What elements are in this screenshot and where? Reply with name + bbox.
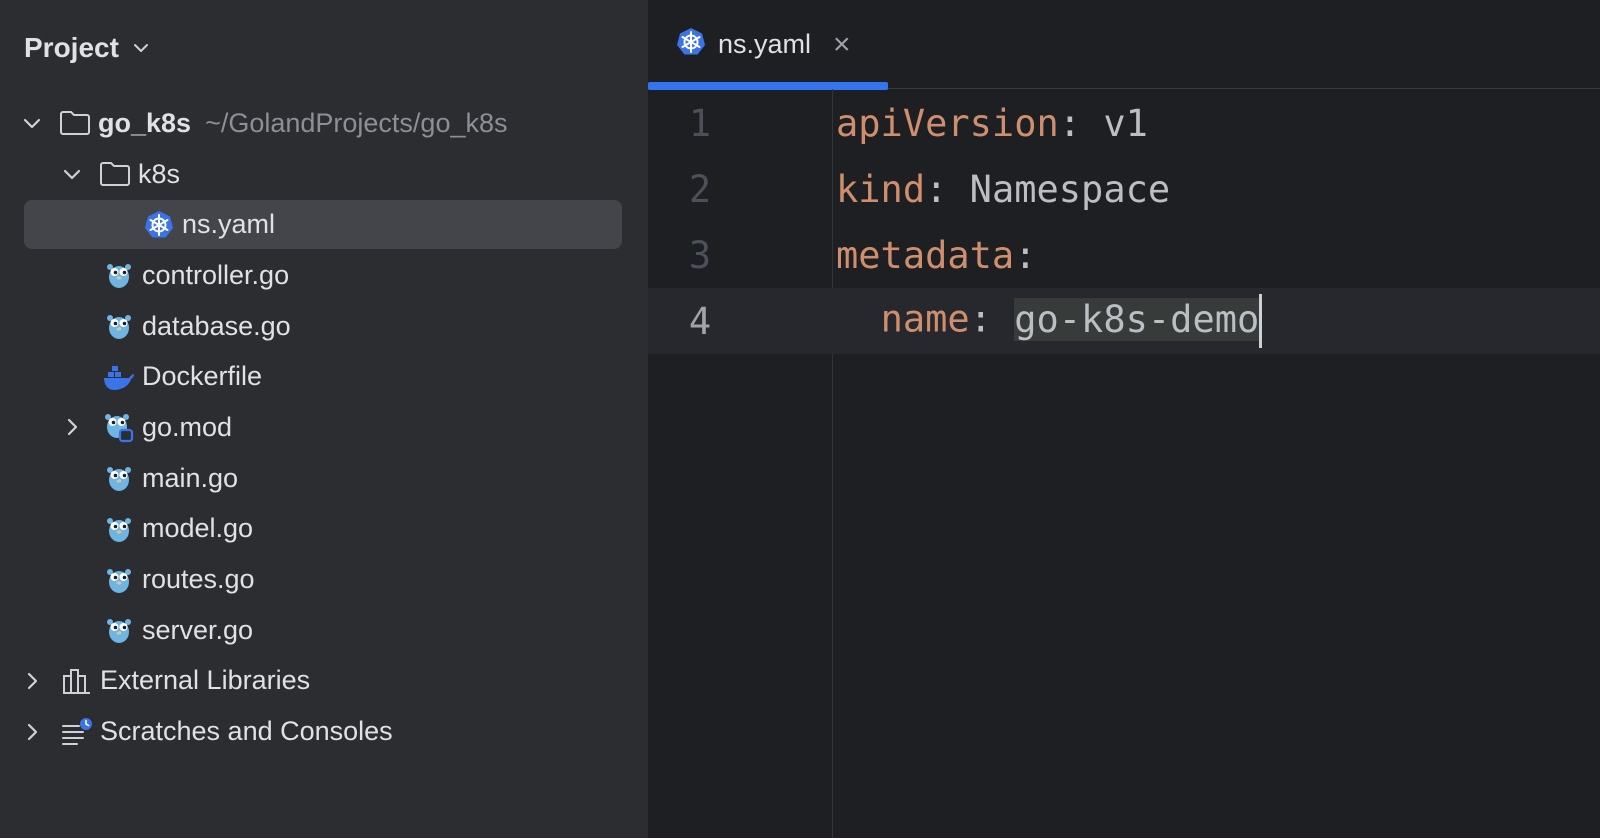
file-name: routes.go [142,564,255,595]
root-folder-name: go_k8s [98,107,192,138]
tree-item-label: Scratches and Consoles [100,716,393,747]
line-number: 3 [688,233,712,277]
editor: ns.yaml × 1 apiVersion: v1 2 kind: Names… [648,0,1600,838]
chevron-right-icon[interactable] [60,415,84,439]
gopher-icon [102,563,136,597]
yaml-key: kind [836,167,926,211]
tree-item-external-libraries[interactable]: External Libraries [0,656,648,707]
file-name: go.mod [142,411,233,442]
line-number: 1 [688,101,712,145]
file-name: main.go [142,462,239,493]
chevron-down-icon[interactable] [60,162,84,186]
ide-window: Project go_k8s ~/GolandProjects/go_k8s k… [0,0,1600,838]
chevron-down-icon[interactable] [20,111,44,135]
close-icon[interactable]: × [833,28,851,62]
tree-item-routes-go[interactable]: routes.go [0,554,648,605]
line-number: 4 [688,299,712,343]
gopher-icon [102,461,136,495]
tree-item-label: External Libraries [100,665,311,696]
library-icon [60,664,94,698]
tree-item-go-mod[interactable]: go.mod [0,402,648,453]
yaml-key: metadata [836,233,1015,277]
file-name: database.go [142,310,291,341]
active-tab-indicator [648,82,888,90]
yaml-key: name [880,297,970,341]
file-name: server.go [142,614,254,645]
text-caret [1259,294,1263,348]
project-title: Project [24,32,119,63]
tree-item-ns-yaml[interactable]: ns.yaml [0,199,648,250]
chevron-right-icon[interactable] [20,720,44,744]
kubernetes-icon [142,208,176,242]
code-line-current[interactable]: 4 name: go-k8s-demo [648,288,1600,354]
yaml-colon: : [969,297,992,341]
code-line[interactable]: 2 kind: Namespace [648,156,1600,222]
code-line[interactable]: 3 metadata: [648,222,1600,288]
tree-item-scratches[interactable]: Scratches and Consoles [0,706,648,757]
file-name: model.go [142,513,254,544]
yaml-value: Namespace [947,167,1171,211]
tab-ns-yaml[interactable]: ns.yaml × [648,0,888,90]
yaml-value: v1 [1081,101,1148,145]
gopher-icon [102,613,136,647]
file-name: ns.yaml [182,209,276,240]
line-number: 2 [688,167,712,211]
tree-item-controller-go[interactable]: controller.go [0,250,648,301]
tree-item-server-go[interactable]: server.go [0,605,648,656]
docker-icon [102,360,136,394]
project-tree: go_k8s ~/GolandProjects/go_k8s k8s ns.ya… [0,98,648,757]
chevron-right-icon[interactable] [20,669,44,693]
tree-item-main-go[interactable]: main.go [0,453,648,504]
editor-tab-bar: ns.yaml × [648,0,1600,90]
yaml-key: apiVersion [836,101,1059,145]
project-view-selector[interactable]: Project [24,24,153,72]
code-area[interactable]: 1 apiVersion: v1 2 kind: Namespace 3 met… [648,90,1600,354]
tree-item-go-k8s[interactable]: go_k8s ~/GolandProjects/go_k8s [0,98,648,149]
gopher-icon [102,309,136,343]
gopher-icon [102,512,136,546]
file-name: Dockerfile [142,361,263,392]
root-folder-path: ~/GolandProjects/go_k8s [205,107,508,138]
yaml-colon: : [1014,233,1037,277]
tree-item-database-go[interactable]: database.go [0,301,648,352]
project-panel: Project go_k8s ~/GolandProjects/go_k8s k… [0,0,648,838]
tree-item-model-go[interactable]: model.go [0,504,648,555]
tab-label: ns.yaml [718,29,812,59]
gopher-icon [102,258,136,292]
tree-item-dockerfile[interactable]: Dockerfile [0,351,648,402]
gomod-icon [102,410,136,444]
folder-name-k8s: k8s [138,158,181,189]
chevron-down-icon [129,36,153,60]
tree-item-k8s[interactable]: k8s [0,149,648,200]
kubernetes-icon [676,27,706,62]
yaml-colon: : [925,167,948,211]
yaml-value-highlighted: go-k8s-demo [1014,297,1260,341]
code-line[interactable]: 1 apiVersion: v1 [648,90,1600,156]
yaml-colon: : [1058,101,1082,145]
folder-icon [58,106,92,140]
file-name: controller.go [142,259,290,290]
scratches-icon [60,715,94,749]
folder-icon [98,157,132,191]
